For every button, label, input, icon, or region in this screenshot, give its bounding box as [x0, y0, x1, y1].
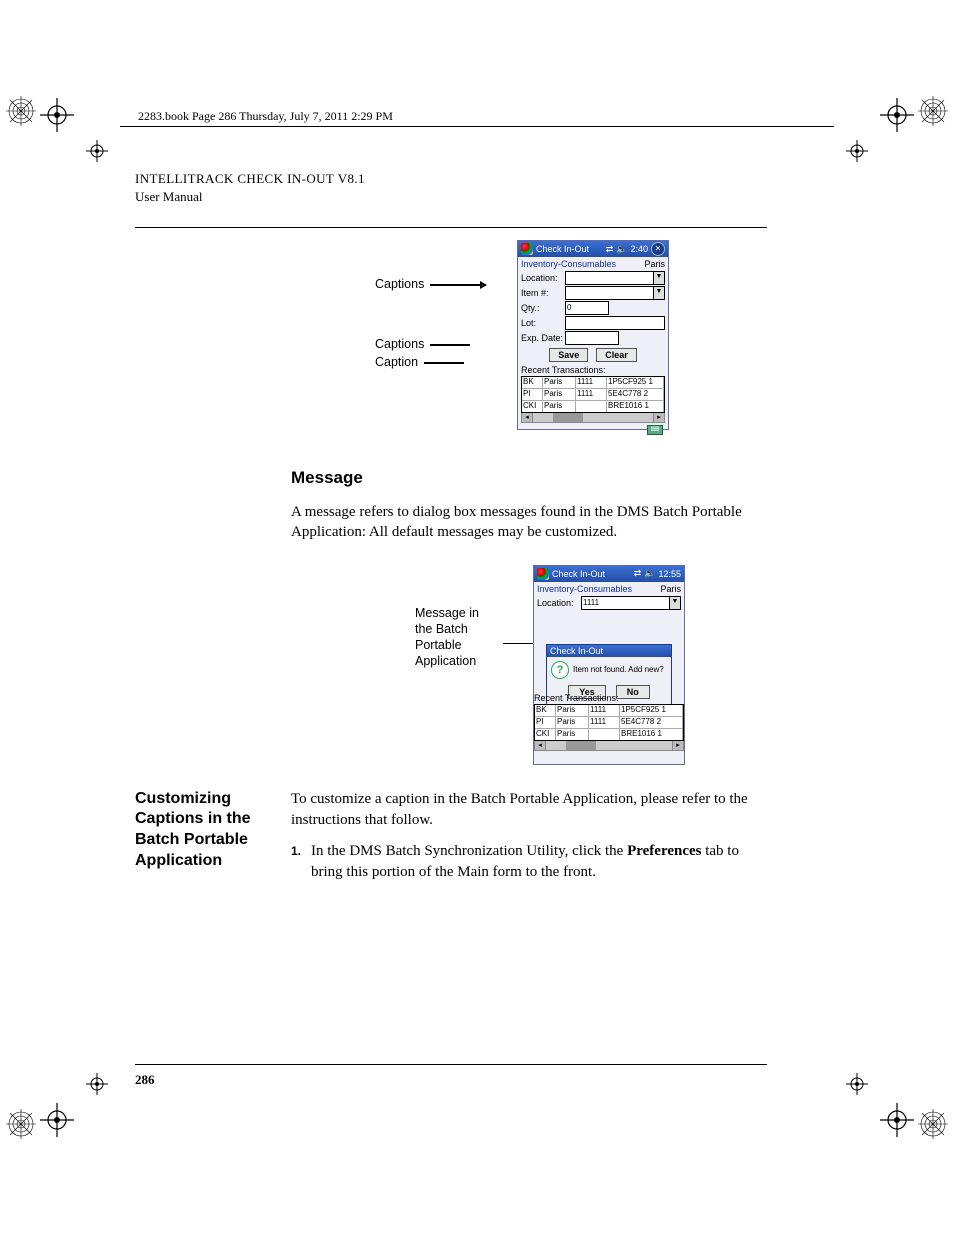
- dropdown-icon[interactable]: ▼: [654, 271, 665, 285]
- table-row[interactable]: PIParis11115E4C778 2: [535, 717, 683, 729]
- registration-mark-small-icon: [846, 140, 868, 162]
- running-head-sub: User Manual: [135, 188, 835, 206]
- window-title: Check In-Out: [552, 569, 605, 579]
- step-number: 1.: [291, 841, 301, 883]
- running-head: INTELLITRACK CHECK IN-OUT V8.1 User Manu…: [135, 170, 835, 205]
- callout-label: Application: [415, 653, 507, 669]
- registration-mark-icon: [880, 98, 914, 132]
- question-icon: ?: [551, 661, 569, 679]
- footer-rule: [135, 1064, 767, 1065]
- location-label: Location:: [537, 598, 581, 608]
- location-input[interactable]: 1111: [581, 596, 670, 610]
- registration-mark-icon: [40, 98, 74, 132]
- figure-captions: Captions Captions Caption Check In-Out ⇄…: [135, 240, 835, 440]
- recent-transactions-label: Recent Transactions:: [534, 693, 684, 703]
- item-input[interactable]: [565, 286, 654, 300]
- expdate-label: Exp. Date:: [521, 333, 565, 343]
- callout-label: Portable: [415, 637, 507, 653]
- registration-mark-small-icon: [86, 1073, 108, 1095]
- callout-label: the Batch: [415, 621, 507, 637]
- expdate-input[interactable]: [565, 331, 619, 345]
- crop-label: 2283.book Page 286 Thursday, July 7, 201…: [138, 109, 393, 124]
- table-row[interactable]: CKIParisBRE1016 1: [522, 401, 664, 412]
- clock-text: 2:40: [630, 244, 648, 254]
- recent-transactions-table: BKParis11111P5CF925 1 PIParis11115E4C778…: [534, 704, 684, 741]
- sip-keyboard-icon[interactable]: ⌨: [647, 425, 663, 435]
- product-name: INTELLITRACK CHECK IN-OUT V8.1: [135, 171, 365, 186]
- windows-logo-icon: [521, 243, 533, 255]
- registration-mark-icon: [880, 1103, 914, 1137]
- site-label: Paris: [660, 584, 681, 594]
- qty-label: Qty.:: [521, 303, 565, 313]
- dropdown-icon[interactable]: ▼: [670, 596, 681, 610]
- section-heading-message: Message: [291, 468, 835, 488]
- lot-input[interactable]: [565, 316, 665, 330]
- recent-transactions-table: BKParis11111P5CF925 1 PIParis11115E4C778…: [521, 376, 665, 413]
- rosette-icon: [918, 1109, 948, 1139]
- speaker-icon: 🔈: [644, 568, 655, 579]
- step-text: In the DMS Batch Synchronization Utility…: [311, 841, 771, 883]
- qty-input[interactable]: 0: [565, 301, 609, 315]
- line-icon: [424, 362, 464, 364]
- screenshot-check-in-out: Check In-Out ⇄🔈2:40✕ Inventory-Consumabl…: [517, 240, 669, 430]
- side-heading-customizing: Customizing Captions in the Batch Portab…: [135, 789, 267, 883]
- table-row[interactable]: BKParis11111P5CF925 1: [535, 705, 683, 717]
- breadcrumb[interactable]: Inventory-Consumables: [537, 584, 632, 594]
- dialog-message: Item not found. Add new?: [573, 665, 664, 674]
- intro-paragraph: To customize a caption in the Batch Port…: [291, 789, 771, 831]
- item-label: Item #:: [521, 288, 565, 298]
- callout-label: Captions: [375, 338, 424, 352]
- lot-label: Lot:: [521, 318, 565, 328]
- recent-transactions-label: Recent Transactions:: [521, 365, 665, 375]
- horizontal-scrollbar[interactable]: ◂▸: [534, 741, 684, 751]
- rosette-icon: [6, 1109, 36, 1139]
- speaker-icon: 🔈: [616, 244, 627, 255]
- header-rule: [135, 227, 767, 228]
- save-button[interactable]: Save: [549, 348, 588, 362]
- rosette-icon: [918, 96, 948, 126]
- table-row[interactable]: BKParis11111P5CF925 1: [522, 377, 664, 389]
- callout-label: Message in: [415, 605, 507, 621]
- window-titlebar: Check In-Out ⇄🔈2:40✕: [518, 241, 668, 257]
- line-icon: [430, 344, 470, 346]
- dialog-title: Check In-Out: [547, 645, 671, 657]
- clock-text: 12:55: [658, 569, 681, 579]
- clear-button[interactable]: Clear: [596, 348, 637, 362]
- step-item: 1. In the DMS Batch Synchronization Util…: [291, 841, 771, 883]
- page-number: 286: [135, 1072, 155, 1088]
- signal-icon: ⇄: [634, 568, 642, 579]
- windows-logo-icon: [537, 568, 549, 580]
- registration-mark-small-icon: [846, 1073, 868, 1095]
- breadcrumb[interactable]: Inventory-Consumables: [521, 259, 616, 269]
- dropdown-icon[interactable]: ▼: [654, 286, 665, 300]
- window-title: Check In-Out: [536, 244, 589, 254]
- figure-message: Message in the Batch Portable Applicatio…: [135, 559, 835, 769]
- registration-mark-icon: [40, 1103, 74, 1137]
- screenshot-message-dialog: Check In-Out ⇄🔈12:55 Inventory-Consumabl…: [533, 565, 685, 765]
- callout-label: Caption: [375, 356, 418, 370]
- signal-icon: ⇄: [606, 244, 614, 255]
- location-input[interactable]: [565, 271, 654, 285]
- close-icon[interactable]: ✕: [651, 242, 665, 256]
- registration-mark-small-icon: [86, 140, 108, 162]
- table-row[interactable]: PIParis11115E4C778 2: [522, 389, 664, 401]
- window-titlebar: Check In-Out ⇄🔈12:55: [534, 566, 684, 582]
- callout-label: Captions: [375, 278, 424, 292]
- site-label: Paris: [644, 259, 665, 269]
- location-label: Location:: [521, 273, 565, 283]
- horizontal-scrollbar[interactable]: ◂▸: [521, 413, 665, 423]
- rosette-icon: [6, 96, 36, 126]
- table-row[interactable]: CKIParisBRE1016 1: [535, 729, 683, 740]
- arrow-icon: [430, 284, 486, 286]
- message-paragraph: A message refers to dialog box messages …: [291, 502, 761, 543]
- crop-rule-top: 2283.book Page 286 Thursday, July 7, 201…: [120, 126, 834, 127]
